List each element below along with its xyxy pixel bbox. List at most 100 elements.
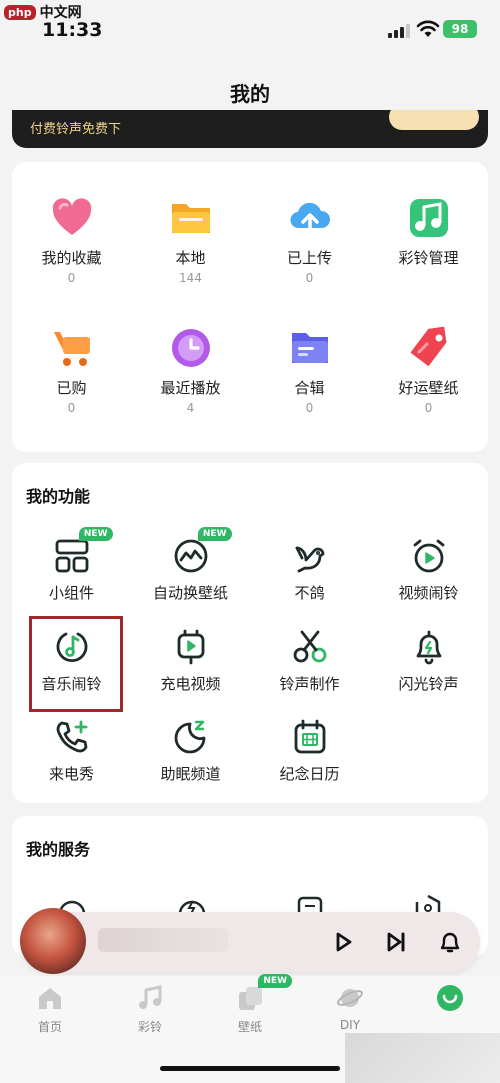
- tab-wallpaper[interactable]: NEW 壁纸: [215, 974, 292, 1035]
- signal-icon: [388, 24, 410, 38]
- recent-play-label: 最近播放: [160, 379, 221, 397]
- caller-show-label: 来电秀: [48, 765, 94, 783]
- tab-profile[interactable]: [415, 984, 485, 1018]
- song-title-blurred: [98, 928, 228, 952]
- music-note-icon: [407, 196, 451, 240]
- flash-ringtone-label: 闪光铃声: [398, 675, 459, 693]
- phone-plus-icon: [54, 719, 90, 755]
- sleep-channel-item[interactable]: 助眠频道: [131, 719, 250, 784]
- local-label: 本地: [175, 249, 206, 267]
- collection-label: 合辑: [294, 379, 325, 397]
- wifi-icon: [416, 20, 440, 37]
- dove-item[interactable]: 不鸽: [250, 538, 369, 603]
- caller-show-item[interactable]: 来电秀: [12, 719, 131, 784]
- widget-label: 小组件: [48, 584, 94, 602]
- calendar-icon: [292, 719, 328, 755]
- scissors-icon: [292, 629, 328, 665]
- charging-video-label: 充电视频: [160, 675, 221, 693]
- purchased-count: 0: [67, 401, 76, 415]
- tag-icon: [407, 326, 451, 370]
- video-alarm-icon: [411, 538, 447, 574]
- local-count: 144: [179, 271, 202, 285]
- tab-wallpaper-label: 壁纸: [237, 1020, 262, 1034]
- album-cover[interactable]: [20, 908, 86, 974]
- cart-icon: [50, 326, 94, 370]
- battery-icon: 98: [443, 20, 477, 38]
- mini-player[interactable]: [20, 908, 480, 974]
- flash-ringtone-item[interactable]: 闪光铃声: [369, 629, 488, 694]
- tab-home[interactable]: 首页: [15, 984, 85, 1035]
- uploaded-label: 已上传: [286, 249, 332, 267]
- tab-new-badge: NEW: [258, 974, 292, 988]
- video-alarm-label: 视频闹铃: [398, 584, 459, 602]
- folder-icon: [169, 196, 213, 240]
- functions-title: 我的功能: [26, 487, 91, 506]
- planet-icon: [336, 984, 364, 1012]
- next-track-icon[interactable]: [384, 930, 408, 954]
- status-time: 11:33: [42, 19, 103, 41]
- widget-item[interactable]: NEW 小组件: [12, 527, 131, 603]
- charging-video-icon: [173, 629, 209, 665]
- recent-play-item[interactable]: 最近播放 4: [131, 326, 250, 415]
- favorites-label: 我的收藏: [41, 249, 102, 267]
- auto-wallpaper-label: 自动换壁纸: [152, 584, 228, 602]
- anniversary-calendar-item[interactable]: 纪念日历: [250, 719, 369, 784]
- ringtone-maker-item[interactable]: 铃声制作: [250, 629, 369, 694]
- album-icon: [288, 326, 332, 370]
- new-badge: NEW: [78, 527, 113, 541]
- lucky-wallpaper-item[interactable]: 好运壁纸 0: [369, 326, 488, 415]
- sleep-moon-icon: [173, 719, 209, 755]
- banner-button[interactable]: [389, 110, 479, 130]
- banner-text: 付费铃声免费下: [30, 122, 122, 137]
- collection-count: 0: [305, 401, 314, 415]
- auto-wallpaper-icon: NEW: [173, 527, 232, 574]
- services-title: 我的服务: [26, 840, 91, 859]
- dove-icon: [292, 538, 328, 574]
- recent-play-count: 4: [186, 401, 195, 415]
- flash-bell-icon: [411, 629, 447, 665]
- library-card: 我的收藏 0 本地 144 已上传 0 彩铃管理 已购 0 最近播放 4 合辑 …: [12, 162, 488, 452]
- ringback-management-label: 彩铃管理: [398, 249, 459, 267]
- tab-diy-label: DIY: [339, 1018, 361, 1032]
- cloud-upload-icon: [288, 196, 332, 240]
- profile-icon: [436, 984, 464, 1012]
- corner-watermark-blur: [345, 1033, 500, 1083]
- vip-banner[interactable]: 付费铃声免费下: [12, 110, 488, 148]
- uploaded-item[interactable]: 已上传 0: [250, 196, 369, 285]
- highlight-box: [29, 616, 123, 712]
- play-icon[interactable]: [331, 930, 355, 954]
- heart-icon: [50, 196, 94, 240]
- sleep-channel-label: 助眠频道: [160, 765, 221, 783]
- new-badge: NEW: [197, 527, 232, 541]
- music-icon: [136, 984, 164, 1012]
- bell-icon[interactable]: [438, 930, 462, 954]
- auto-wallpaper-item[interactable]: NEW 自动换壁纸: [131, 527, 250, 603]
- purchased-item[interactable]: 已购 0: [12, 326, 131, 415]
- tab-ringback[interactable]: 彩铃: [115, 984, 185, 1035]
- ringback-management-item[interactable]: 彩铃管理: [369, 196, 488, 271]
- widget-icon: NEW: [54, 527, 113, 574]
- favorites-count: 0: [67, 271, 76, 285]
- uploaded-count: 0: [305, 271, 314, 285]
- home-indicator[interactable]: [160, 1066, 340, 1071]
- anniversary-calendar-label: 纪念日历: [279, 765, 340, 783]
- home-icon: [36, 984, 64, 1012]
- wallpaper-icon: NEW: [236, 974, 292, 1012]
- local-item[interactable]: 本地 144: [131, 196, 250, 285]
- lucky-wallpaper-count: 0: [424, 401, 433, 415]
- charging-video-item[interactable]: 充电视频: [131, 629, 250, 694]
- collection-item[interactable]: 合辑 0: [250, 326, 369, 415]
- tab-ringback-label: 彩铃: [137, 1020, 162, 1034]
- status-bar: php 中文网 11:33 98: [0, 0, 500, 46]
- ringtone-maker-label: 铃声制作: [279, 675, 340, 693]
- dove-label: 不鸽: [294, 584, 325, 602]
- tab-home-label: 首页: [37, 1020, 62, 1034]
- clock-icon: [169, 326, 213, 370]
- tab-diy[interactable]: DIY: [315, 984, 385, 1032]
- lucky-wallpaper-label: 好运壁纸: [398, 379, 459, 397]
- video-alarm-item[interactable]: 视频闹铃: [369, 538, 488, 603]
- watermark-badge: php: [4, 4, 36, 20]
- page-title: 我的: [230, 82, 270, 106]
- favorites-item[interactable]: 我的收藏 0: [12, 196, 131, 285]
- purchased-label: 已购: [56, 379, 87, 397]
